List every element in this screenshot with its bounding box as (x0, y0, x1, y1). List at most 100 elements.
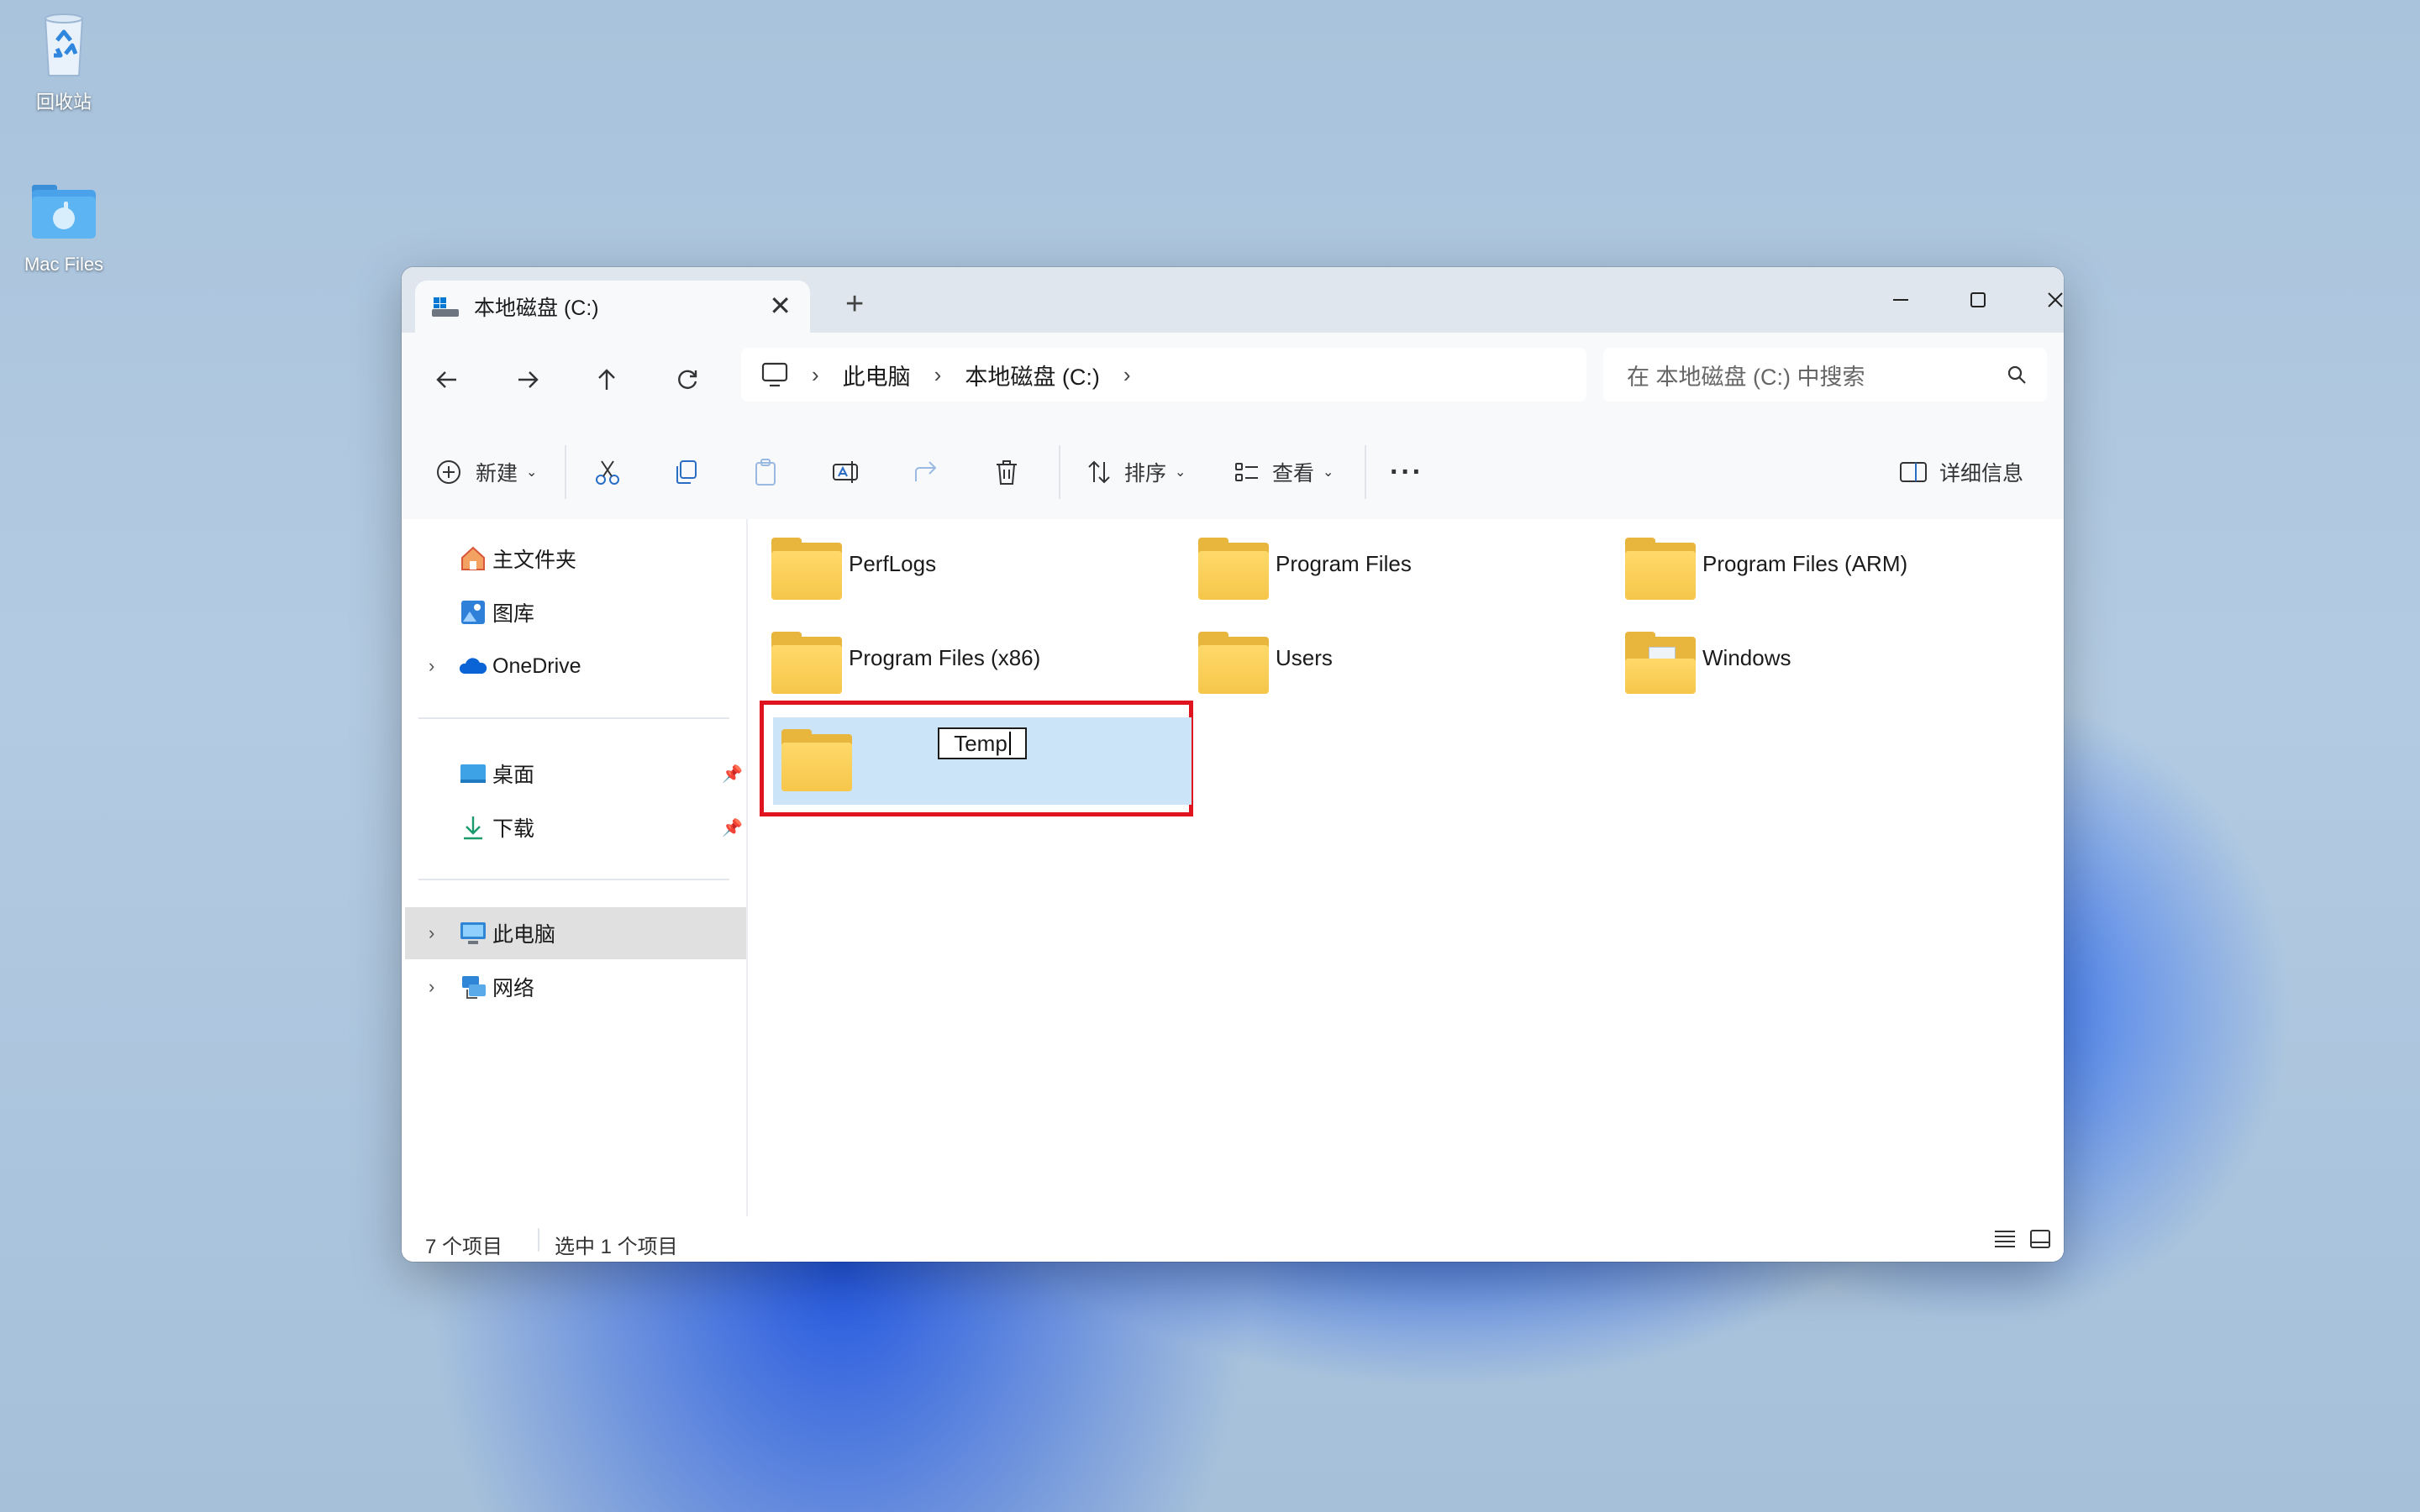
item-count: 7 个项目 (425, 1236, 503, 1258)
delete-button[interactable] (993, 449, 1020, 496)
up-button[interactable] (583, 356, 630, 403)
search-icon (2007, 365, 2027, 385)
details-pane-button[interactable]: 详细信息 (1899, 449, 2023, 496)
sidebar-divider (418, 879, 729, 880)
breadcrumb-this-pc[interactable]: 此电脑 (843, 359, 911, 391)
paste-button[interactable] (751, 449, 780, 496)
sidebar-item-label: 此电脑 (492, 923, 556, 947)
toolbar-divider (1365, 445, 1366, 499)
pin-icon[interactable]: 📌 (722, 817, 743, 838)
minimize-button[interactable] (1867, 279, 1934, 321)
folder-icon (1625, 538, 1696, 600)
tab-local-disk[interactable]: 本地磁盘 (C:) ✕ (415, 281, 810, 333)
new-button[interactable]: 新建 ⌄ (435, 449, 537, 496)
sort-icon (1088, 460, 1110, 484)
navigation-pane: 主文件夹 图库 › OneDrive 桌面 📌 下载 📌 › 此电脑 › 网络 (402, 519, 748, 1216)
folder-icon (771, 538, 842, 600)
this-pc-icon (459, 919, 487, 948)
sort-button[interactable]: 排序 ⌄ (1086, 449, 1186, 496)
file-list: PerfLogs Program Files Program Files (AR… (748, 519, 2064, 1216)
folder-name: PerfLogs (849, 551, 937, 576)
command-bar: 新建 ⌄ 排序 ⌄ 查看 ⌄ ··· 详细信息 (402, 427, 2064, 521)
drive-icon (432, 296, 459, 318)
trash-icon (997, 460, 1017, 485)
cut-button[interactable] (593, 449, 622, 496)
breadcrumb-chevron-icon[interactable]: › (934, 362, 942, 388)
address-bar[interactable]: › 此电脑 › 本地磁盘 (C:) › (741, 348, 1586, 402)
desktop-icon-mac-files[interactable]: Mac Files (5, 176, 123, 276)
folder-item[interactable]: Windows (1618, 630, 2055, 714)
forward-button[interactable] (504, 356, 551, 403)
breadcrumb-local-disk[interactable]: 本地磁盘 (C:) (965, 359, 1099, 391)
title-bar: 本地磁盘 (C:) ✕ + (402, 267, 2064, 333)
rename-icon (833, 461, 858, 483)
clipboard-icon (755, 459, 776, 486)
desktop-icon (459, 759, 487, 788)
folder-item[interactable]: Users (1192, 630, 1628, 714)
maximize-icon (1970, 292, 1986, 307)
folder-item[interactable]: Program Files (1192, 536, 1628, 620)
sidebar-item-desktop[interactable]: 桌面 📌 (405, 748, 746, 800)
sidebar-item-label: OneDrive (492, 654, 581, 678)
close-button[interactable] (2022, 279, 2064, 321)
recycle-bin-icon (29, 10, 99, 81)
folder-item-renaming[interactable]: Temp (773, 717, 1192, 805)
more-options-button[interactable]: ··· (1390, 449, 1423, 496)
breadcrumb-chevron-icon[interactable]: › (812, 362, 819, 388)
copy-icon (676, 460, 697, 484)
sidebar-item-gallery[interactable]: 图库 (405, 586, 746, 638)
details-label: 详细信息 (1939, 462, 2024, 486)
share-icon (915, 461, 937, 481)
search-box[interactable]: 在 本地磁盘 (C:) 中搜索 (1603, 348, 2047, 402)
rename-input[interactable]: Temp (938, 727, 1027, 759)
pin-icon[interactable]: 📌 (722, 764, 743, 785)
new-tab-button[interactable]: + (845, 287, 864, 321)
computer-icon[interactable] (761, 362, 788, 387)
close-icon (2048, 292, 2063, 307)
scissors-icon (596, 460, 619, 485)
plus-circle-icon (437, 460, 460, 484)
network-icon (459, 973, 487, 1001)
breadcrumb-chevron-icon[interactable]: › (1123, 362, 1131, 388)
folder-item[interactable]: Program Files (ARM) (1618, 536, 2055, 620)
arrow-right-icon (518, 371, 539, 388)
sidebar-item-label: 桌面 (492, 764, 535, 787)
folder-name: Users (1276, 645, 1333, 670)
sidebar-item-this-pc[interactable]: › 此电脑 (405, 907, 746, 959)
navigation-bar: › 此电脑 › 本地磁盘 (C:) › 在 本地磁盘 (C:) 中搜索 (402, 333, 2064, 428)
toolbar-divider (1059, 445, 1060, 499)
sidebar-item-downloads[interactable]: 下载 📌 (405, 801, 746, 853)
chevron-right-icon[interactable]: › (429, 976, 434, 998)
tab-title: 本地磁盘 (C:) (474, 297, 599, 320)
sidebar-item-home[interactable]: 主文件夹 (405, 533, 746, 585)
sidebar-item-network[interactable]: › 网络 (405, 961, 746, 1013)
windows-folder-icon (1625, 632, 1696, 694)
tiles-view-icon[interactable] (2028, 1228, 2052, 1250)
chevron-right-icon[interactable]: › (429, 655, 434, 677)
onedrive-icon (459, 652, 487, 680)
download-icon (459, 813, 487, 842)
selection-count: 选中 1 个项目 (555, 1236, 678, 1258)
copy-button[interactable] (672, 449, 701, 496)
share-button[interactable] (913, 449, 941, 496)
sidebar-item-onedrive[interactable]: › OneDrive (405, 640, 746, 692)
maximize-button[interactable] (1944, 279, 2012, 321)
rename-button[interactable] (832, 449, 862, 496)
desktop-icon-recycle-bin[interactable]: 回收站 (5, 10, 123, 114)
back-button[interactable] (424, 356, 471, 403)
folder-item[interactable]: PerfLogs (765, 536, 1202, 620)
folder-apple-icon (29, 176, 99, 247)
sort-label: 排序 (1124, 462, 1167, 486)
sidebar-divider (418, 717, 729, 719)
home-icon (459, 544, 487, 573)
details-view-icon[interactable] (1993, 1228, 2017, 1250)
status-bar: 7 个项目 选中 1 个项目 (402, 1216, 2064, 1262)
refresh-button[interactable] (664, 356, 711, 403)
view-button[interactable]: 查看 ⌄ (1234, 449, 1334, 496)
chevron-right-icon[interactable]: › (429, 922, 434, 944)
tab-close-icon[interactable]: ✕ (769, 292, 792, 319)
folder-name: Program Files (1276, 551, 1412, 576)
minimize-icon (1893, 299, 1908, 301)
arrow-left-icon (436, 371, 456, 388)
sidebar-item-label: 图库 (492, 602, 535, 626)
